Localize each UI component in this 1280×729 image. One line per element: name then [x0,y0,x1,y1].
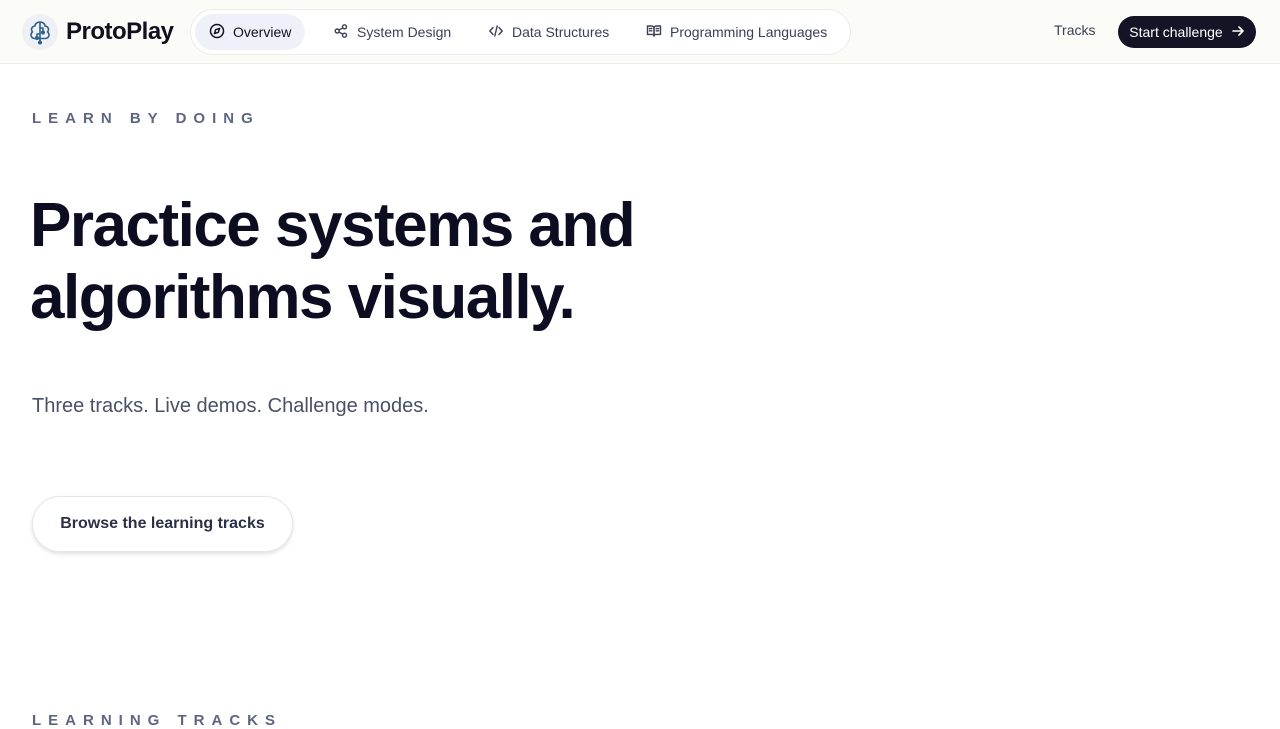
compass-icon [209,23,225,42]
nav-item-label: Overview [233,24,292,40]
nav-item-programming-languages[interactable]: Programming Languages [632,14,841,50]
nav-item-data-structures[interactable]: Data Structures [474,14,623,50]
open-book-icon [646,23,662,42]
start-challenge-label: Start challenge [1129,24,1223,40]
hero-headline-line-2: algorithms visually. [30,263,576,332]
brain-circuit-icon [22,14,58,50]
nav-item-label: Programming Languages [670,24,828,40]
share-nodes-icon [333,23,349,42]
primary-nav: Overview System Design Data Structures P… [190,9,851,55]
nav-item-label: Data Structures [512,24,610,40]
tracks-link[interactable]: Tracks [1054,22,1095,38]
nav-item-label: System Design [357,24,452,40]
start-challenge-button[interactable]: Start challenge [1118,16,1256,48]
learning-tracks-heading: LEARNING TRACKS [32,712,282,729]
hero-subline: Three tracks. Live demos. Challenge mode… [32,395,429,417]
nav-item-system-design[interactable]: System Design [319,14,465,50]
code-icon [488,23,504,42]
arrow-right-icon [1231,24,1245,41]
hero-headline-line-1: Practice systems and [30,191,636,260]
hero-eyebrow: LEARN BY DOING [32,110,260,127]
brand-name: ProtoPlay [66,18,174,45]
top-navigation-bar: ProtoPlay Overview System Design Data St… [0,0,1280,64]
hero-headline: Practice systems and algorithms visually… [30,190,750,334]
brand[interactable]: ProtoPlay [22,14,174,50]
browse-tracks-button[interactable]: Browse the learning tracks [32,496,293,552]
nav-item-overview[interactable]: Overview [195,14,306,50]
